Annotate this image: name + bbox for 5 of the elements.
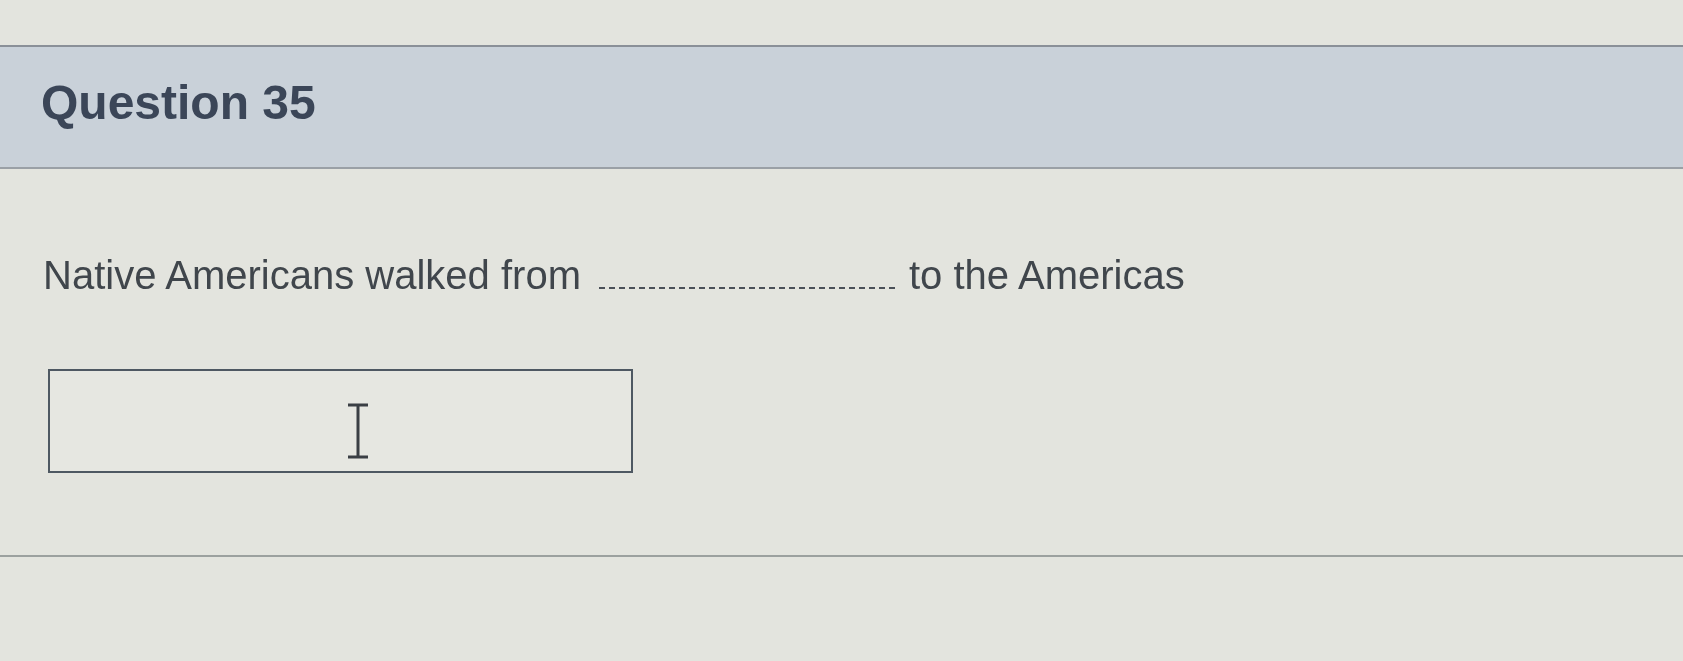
question-text: Native Americans walked from [43, 252, 581, 299]
question-text: to the Americas [908, 252, 1185, 299]
text-cursor-icon [346, 403, 370, 459]
question-title: Question 35 [41, 75, 316, 131]
answer-box[interactable] [48, 369, 633, 473]
